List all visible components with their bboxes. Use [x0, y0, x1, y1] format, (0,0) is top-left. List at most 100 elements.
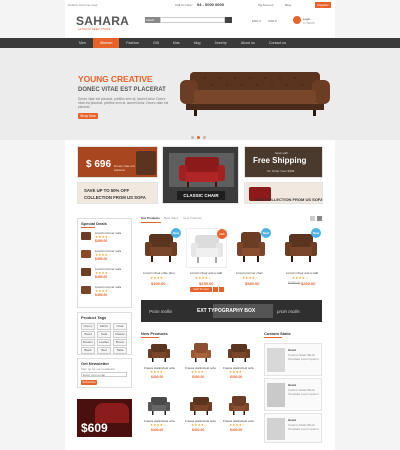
newsletter-email-input[interactable]: [81, 372, 127, 377]
custom-item-2-text: Custom Static Block Template Lorem Ipsum: [288, 388, 319, 396]
new-products-title: New Products: [141, 331, 168, 336]
nav-item-fashion[interactable]: Fashion: [119, 38, 146, 48]
search-category-select[interactable]: Select: [145, 17, 160, 23]
sidebar-sofa-image: [95, 403, 129, 423]
newsletter-title: Get Newsletter: [81, 361, 110, 366]
new-product-1-rating: ★★★★☆: [150, 370, 167, 374]
tag-2[interactable]: Fabric: [97, 323, 111, 330]
banner-classic-chair[interactable]: CLASSIC CHAIR: [162, 146, 239, 204]
cart-top-link[interactable]: Blog: [285, 3, 291, 7]
call-label: Call Us Now :: [175, 3, 194, 7]
newsletter-subscribe-button[interactable]: Subscribe: [81, 380, 97, 385]
register-button[interactable]: Register: [315, 2, 331, 8]
search-input[interactable]: [160, 17, 225, 23]
carousel-next-button[interactable]: [317, 216, 322, 221]
wishlist-icon[interactable]: [213, 287, 218, 292]
hot-product-4-name[interactable]: Lincoln Chair and a Half: [286, 271, 326, 275]
tag-10[interactable]: Black: [81, 347, 95, 354]
new-product-2-image[interactable]: [190, 343, 212, 363]
new-product-1-price: $400.00: [151, 375, 164, 379]
tab-new-products[interactable]: New Products: [183, 216, 202, 220]
hot-product-3[interactable]: New: [231, 228, 272, 268]
sidebar-promo-banner[interactable]: $609: [77, 399, 132, 437]
promo-right-text: proin mollis: [277, 309, 300, 314]
nav-item-men[interactable]: Men: [65, 38, 93, 48]
custom-static-title: Custom Static: [264, 331, 291, 336]
special-item-1-image[interactable]: [81, 232, 91, 240]
banner-price[interactable]: $ 696 Donec vitae est placerat: [77, 146, 158, 178]
add-to-cart-button[interactable]: Add To Cart: [190, 287, 212, 292]
custom-item-2-image: [267, 383, 285, 407]
cart-icon[interactable]: [293, 16, 301, 27]
carousel-prev-button[interactable]: [310, 216, 315, 221]
hot-product-1[interactable]: New: [141, 228, 182, 268]
typography-promo-banner[interactable]: Proin mollis EXT TYPOGRAPHY BOX proin mo…: [141, 300, 322, 322]
hero-body-text: Donec vitae est placerat, porttitor sem …: [78, 97, 169, 109]
hot-product-4-rating: ★★★★☆: [292, 276, 309, 280]
new-product-4-price: $400.00: [151, 428, 164, 432]
nav-item-blog[interactable]: blog: [187, 38, 208, 48]
nav-item-kids[interactable]: Kids: [166, 38, 187, 48]
compare-icon[interactable]: [219, 287, 224, 292]
nav-item-women[interactable]: Women: [93, 38, 120, 48]
tag-9[interactable]: Brown: [113, 339, 127, 346]
custom-item-1-heading: Great: [288, 348, 296, 352]
special-item-2-price: $499.00: [95, 257, 108, 261]
tag-12[interactable]: Table: [113, 347, 127, 354]
tag-8[interactable]: Leather: [97, 339, 111, 346]
hero-cta-button[interactable]: Shop Now: [78, 113, 98, 119]
custom-item-3[interactable]: Great Custom Static Block Template Lorem…: [264, 413, 322, 443]
language-select[interactable]: ENG ▾: [252, 19, 261, 23]
tab-active-underline: [141, 222, 161, 223]
custom-item-3-heading: Great: [288, 418, 296, 422]
nav-item-contact[interactable]: Contact us: [262, 38, 293, 48]
special-item-2-image[interactable]: [81, 250, 91, 258]
new-product-5-image[interactable]: [190, 396, 212, 416]
hot-product-1-name[interactable]: Lincoln Chair orkle (9m): [143, 271, 183, 275]
currency-select[interactable]: USD ▾: [268, 19, 277, 23]
tab-hot-products[interactable]: Hot Products: [141, 216, 160, 220]
custom-item-2[interactable]: Great Custom Static Block Template Lorem…: [264, 378, 322, 411]
hot-product-3-image: [237, 232, 265, 262]
slider-dot-2[interactable]: [197, 136, 200, 139]
tag-7[interactable]: Modern: [81, 339, 95, 346]
new-collection-text: NEW COLLECTION FROM US SOFA: [255, 197, 323, 202]
tab-best-sales[interactable]: Best Sales: [164, 216, 178, 220]
tag-5[interactable]: Sofa: [97, 331, 111, 338]
banner-save[interactable]: SAVE UP TO 50% OFF COLLECTION FROM US SO…: [77, 182, 158, 204]
welcome-message: Default welcome msg!: [68, 3, 98, 7]
tag-1[interactable]: Cherry: [81, 323, 95, 330]
banner-free-shipping[interactable]: Save with Free Shipping On Order Over $4…: [244, 146, 323, 178]
hot-product-2-name[interactable]: Lincoln Chair and a Half: [190, 271, 230, 275]
slider-dot-1[interactable]: [191, 136, 194, 139]
new-product-1-image[interactable]: [148, 343, 170, 363]
special-item-4-image[interactable]: [81, 286, 91, 294]
free-shipping-title: Free Shipping: [253, 156, 307, 165]
hot-product-4-badge: New: [311, 228, 321, 238]
new-product-4-image[interactable]: [148, 396, 170, 416]
tag-6[interactable]: Classic: [113, 331, 127, 338]
logo[interactable]: SAHARA: [76, 14, 129, 28]
search-icon: [226, 25, 231, 30]
classic-chair-label: CLASSIC CHAIR: [177, 191, 225, 200]
custom-item-1[interactable]: Great Custom Static Block Template Lorem…: [264, 343, 322, 376]
slider-dot-3[interactable]: [203, 136, 206, 139]
chesterfield-sofa-image: [180, 72, 330, 116]
nav-item-gift[interactable]: Gift: [146, 38, 166, 48]
nav-item-jewelry[interactable]: Jewelry: [208, 38, 234, 48]
nav-item-about[interactable]: About us: [234, 38, 262, 48]
new-product-6-price: $400.00: [230, 428, 243, 432]
hot-product-3-name[interactable]: Lincoln Corner chair: [236, 271, 276, 275]
search-button[interactable]: [225, 17, 232, 30]
new-product-3-image[interactable]: [228, 343, 250, 363]
hot-product-4[interactable]: New: [281, 228, 322, 268]
my-account-link[interactable]: My Account: [258, 3, 274, 7]
new-product-6-image[interactable]: [228, 396, 250, 416]
tag-11[interactable]: Bed: [97, 347, 111, 354]
banner-new-collection[interactable]: NEW COLLECTION FROM US SOFA: [244, 182, 323, 204]
tag-3[interactable]: Chair: [113, 323, 127, 330]
tag-4[interactable]: Wood: [81, 331, 95, 338]
hot-product-2[interactable]: Hot: [186, 228, 227, 268]
hot-product-3-badge: New: [261, 228, 271, 238]
special-item-3-image[interactable]: [81, 268, 91, 276]
